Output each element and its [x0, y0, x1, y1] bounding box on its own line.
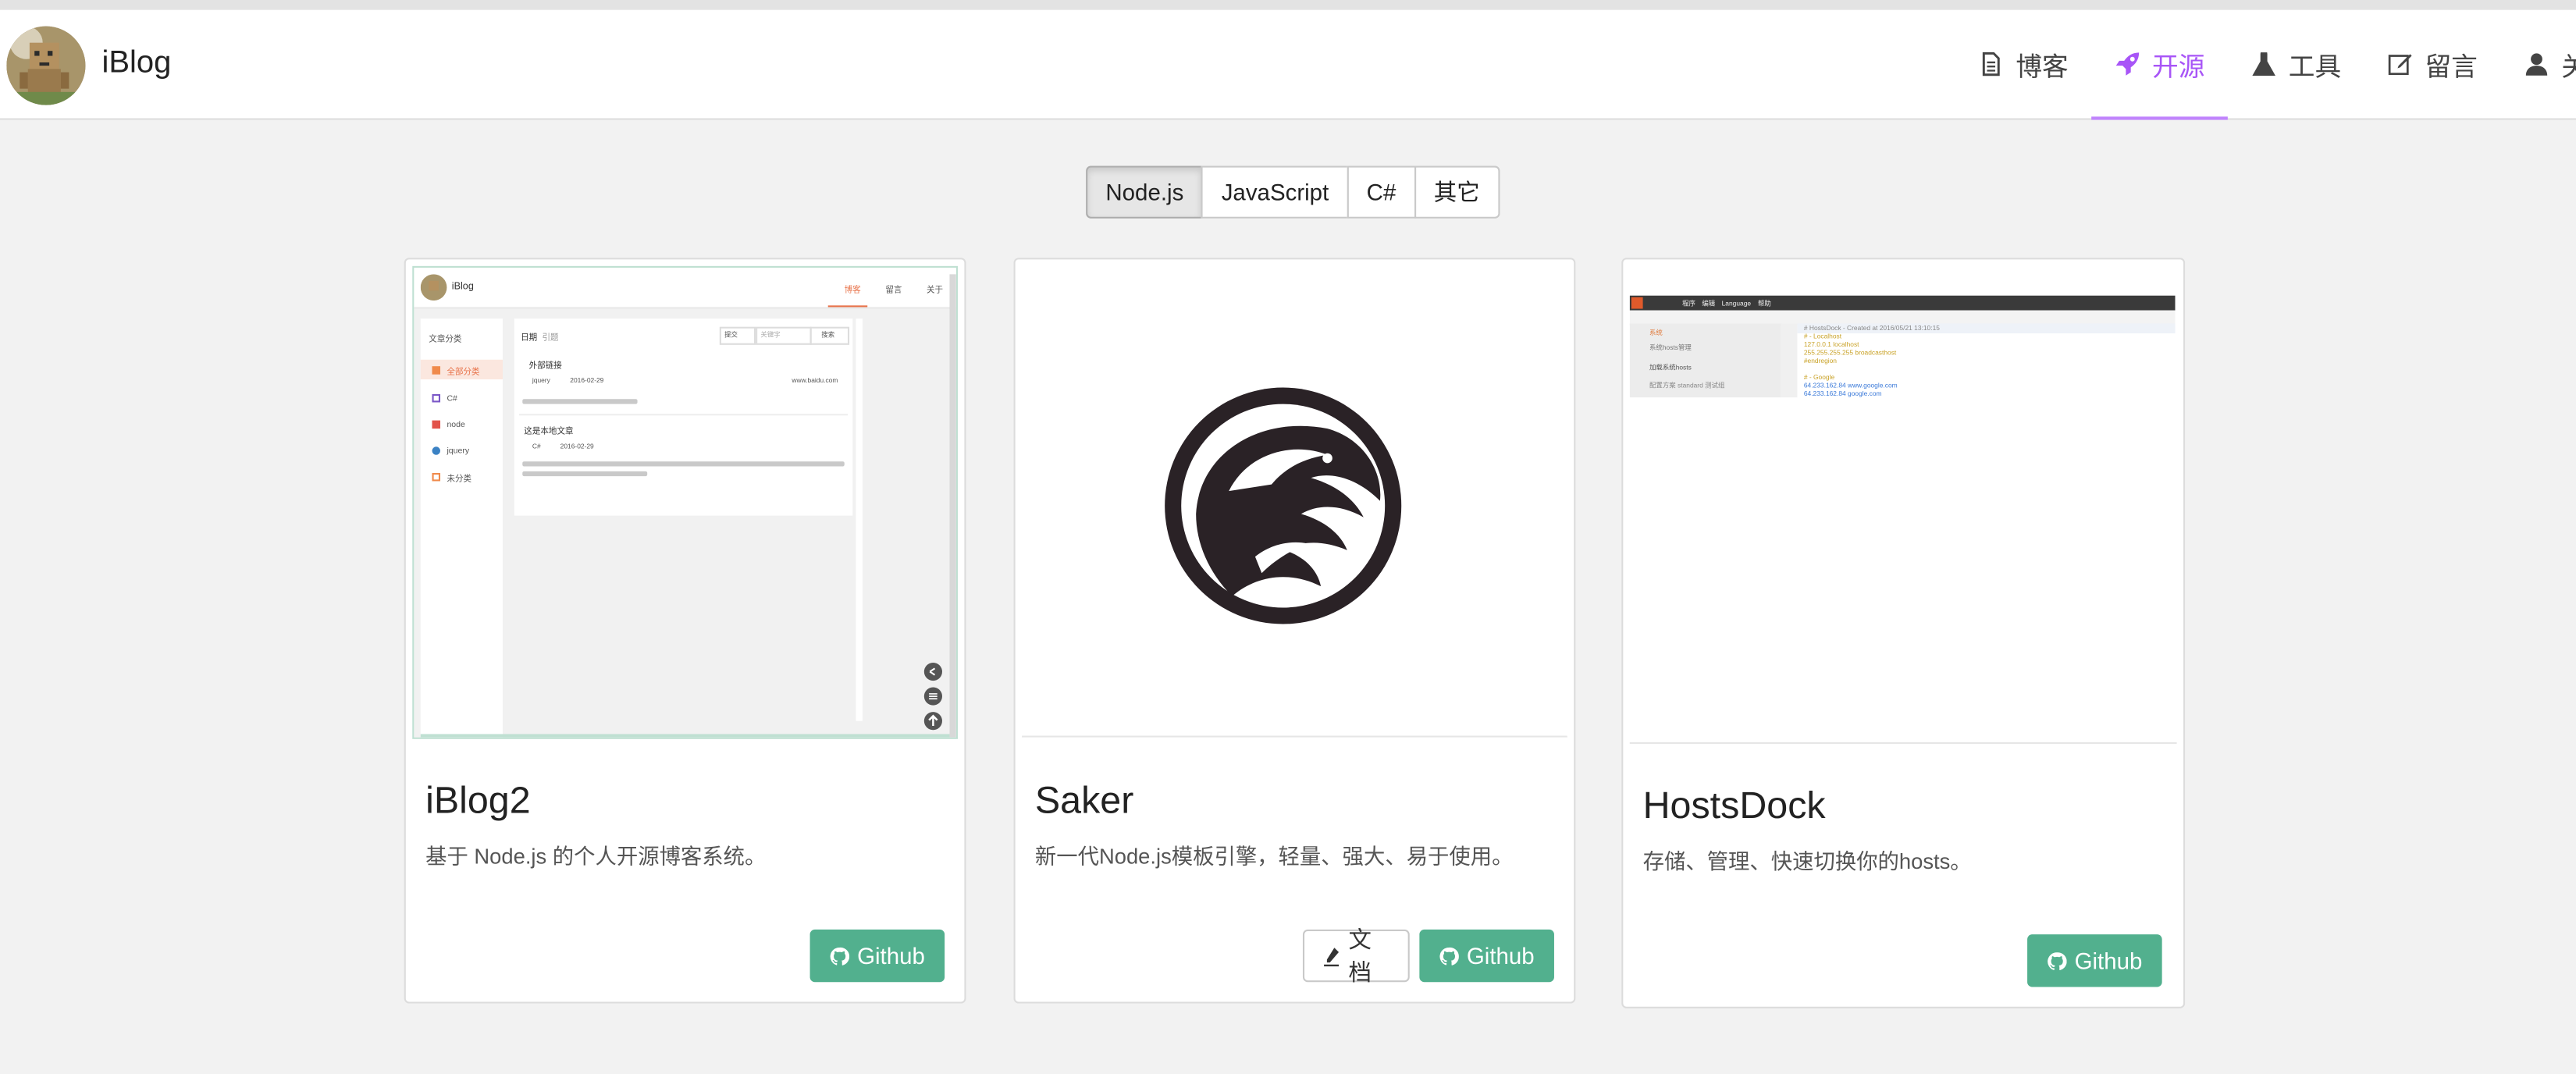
nav-item-label: 关于 [2561, 44, 2576, 84]
nav-item-messages[interactable]: 留言 [2364, 10, 2501, 119]
thumb-code-line: # HostsDock - Created at 2016/05/21 13:1… [1803, 323, 1940, 333]
github-icon [1439, 946, 1459, 965]
thumb-code-line: #endregion [1803, 356, 1838, 365]
github-button[interactable]: Github [1419, 929, 1554, 983]
thumb-search-button: 搜索 [821, 329, 835, 339]
main-nav: 博客 开源 工具 留言 [1955, 10, 2576, 120]
thumb-nav-item: 关于 [926, 286, 944, 296]
project-title[interactable]: HostsDock [1643, 784, 1826, 828]
thumb-post-category: jquery [532, 375, 550, 385]
thumb-side-item: 加载系统hosts [1649, 362, 1692, 372]
thumb-side-item: 配置方案 standard 测试组 [1649, 381, 1725, 389]
flask-icon [2250, 51, 2277, 77]
site-brand[interactable]: iBlog [101, 46, 171, 82]
nav-item-opensource[interactable]: 开源 [2091, 10, 2228, 120]
nav-item-blog[interactable]: 博客 [1955, 10, 2091, 119]
thumb-category: C# [447, 393, 457, 404]
thumb-code-line: 255.255.255.255 broadcasthost [1803, 348, 1897, 357]
category-filter: Node.js JavaScript C# 其它 [1086, 165, 1500, 219]
docs-button-label: 文档 [1348, 926, 1372, 986]
pen-icon [1324, 947, 1340, 966]
nav-item-label: 工具 [2288, 54, 2342, 83]
project-description: 基于 Node.js 的个人开源博客系统。 [425, 844, 767, 870]
thumb-sidebar-title: 文章分类 [429, 335, 462, 345]
saker-logo-icon [1165, 387, 1402, 624]
thumb-code-line: # - Google [1803, 372, 1835, 382]
project-title[interactable]: Saker [1035, 778, 1133, 823]
github-button-label: Github [1466, 942, 1535, 969]
thumb-menu-item: Language [1721, 298, 1752, 308]
thumb-post-title: 外部链接 [528, 361, 562, 372]
nav-item-tools[interactable]: 工具 [2228, 10, 2364, 119]
thumb-category: node [447, 420, 465, 431]
github-button-label: Github [857, 942, 925, 969]
nav-item-label: 博客 [2016, 54, 2069, 83]
project-title[interactable]: iBlog2 [425, 778, 531, 823]
thumb-code-line: # - Localhost [1803, 332, 1842, 340]
github-button[interactable]: Github [2027, 934, 2162, 987]
thumb-post-link: www.baidu.com [792, 375, 838, 385]
github-button-label: Github [2074, 948, 2143, 974]
thumb-side-item: 系统hosts管理 [1649, 343, 1692, 352]
github-icon [2048, 951, 2067, 969]
project-description: 新一代Node.js模板引擎，轻量、强大、易于使用。 [1034, 844, 1514, 870]
thumb-menu-item: 编辑 [1702, 298, 1716, 308]
github-icon [830, 946, 849, 965]
rocket-icon [2115, 51, 2141, 77]
project-card-saker: Saker 新一代Node.js模板引擎，轻量、强大、易于使用。 文档 Gith… [1013, 258, 1576, 1004]
nav-item-about[interactable]: 关于 [2500, 10, 2576, 119]
thumb-post-category: C# [532, 441, 541, 450]
thumb-category: 未分类 [447, 475, 472, 485]
github-button[interactable]: Github [809, 929, 945, 983]
thumb-nav-item: 留言 [885, 286, 902, 296]
project-description: 存储、管理、快速切换你的hosts。 [1642, 848, 1972, 874]
filter-nodejs[interactable]: Node.js [1086, 165, 1204, 219]
thumb-menu-item: 程序 [1682, 298, 1695, 308]
thumb-category: 全部分类 [447, 368, 480, 378]
filter-javascript[interactable]: JavaScript [1201, 165, 1349, 219]
filter-other[interactable]: 其它 [1414, 165, 1500, 219]
thumb-post-date: 2016-02-29 [560, 441, 594, 450]
thumb-code-line: 127.0.0.1 localhost [1803, 340, 1859, 349]
thumb-code-line: 64.233.162.84 www.google.com [1803, 381, 1898, 389]
project-logo [1022, 265, 1567, 738]
avatar[interactable] [6, 26, 86, 105]
thumb-nav-item: 博客 [844, 286, 861, 296]
project-screenshot: 程序 编辑 Language 帮助 系统 系统hosts管理 加载系统hosts… [1629, 265, 2177, 745]
edit-icon [2387, 51, 2414, 77]
docs-button[interactable]: 文档 [1302, 926, 1410, 985]
project-screenshot: iBlog 博客 留言 关于 文章分类 全部分类 C# node jquery … [412, 265, 958, 739]
filter-csharp[interactable]: C# [1347, 165, 1416, 219]
thumb-menu-item: 帮助 [1757, 298, 1771, 308]
file-icon [1978, 51, 2005, 77]
thumb-category: jquery [447, 446, 470, 457]
thumb-post-date: 2016-02-29 [570, 375, 604, 385]
user-icon [2524, 51, 2550, 77]
thumb-list-subtitle: 引题 [542, 333, 559, 343]
nav-item-label: 开源 [2152, 54, 2205, 83]
thumb-post-title: 这是本地文章 [524, 427, 574, 437]
thumb-list-title: 日期 [521, 333, 538, 343]
project-card-iblog2: iBlog 博客 留言 关于 文章分类 全部分类 C# node jquery … [404, 258, 966, 1004]
thumb-sort: 提交 [724, 329, 738, 339]
thumb-code-line: 64.233.162.84 google.com [1803, 389, 1882, 398]
nav-item-label: 留言 [2425, 54, 2478, 83]
thumb-side-item: 系统 [1649, 328, 1663, 337]
navbar: iBlog 博客 开源 工具 留言 [0, 9, 2576, 120]
thumb-brand: iBlog [451, 282, 474, 293]
project-card-hostsdock: 程序 编辑 Language 帮助 系统 系统hosts管理 加载系统hosts… [1621, 258, 2186, 1008]
thumb-search: 关键字 [760, 329, 781, 339]
